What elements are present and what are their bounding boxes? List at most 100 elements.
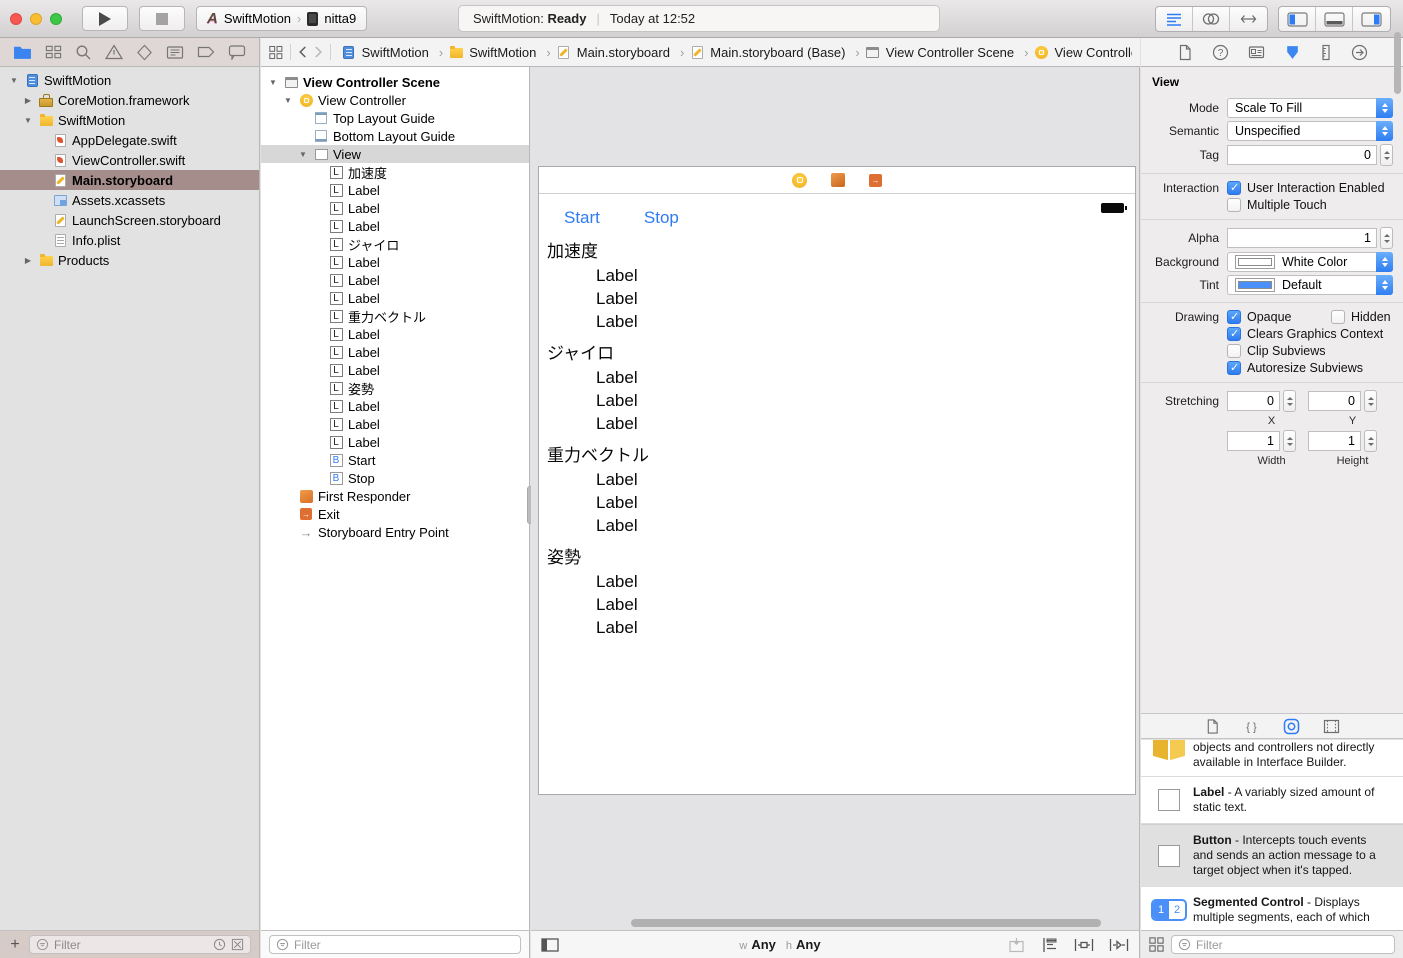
view-controller-view[interactable]: StartStop 加速度LabelLabelLabelジャイロLabelLab… — [539, 194, 1135, 794]
horizontal-scrollbar[interactable] — [631, 919, 1101, 927]
tint-color-well[interactable] — [1235, 278, 1275, 292]
outline-row[interactable]: Label — [261, 361, 529, 379]
library-item[interactable]: objects and controllers not directly ava… — [1141, 740, 1403, 777]
breadcrumb-item[interactable]: Main.storyboard (Base) › — [689, 44, 862, 60]
connections-inspector-icon[interactable] — [1351, 44, 1368, 61]
resolve-layout-issues-icon[interactable] — [1109, 937, 1129, 953]
outline-row[interactable]: Label — [261, 253, 529, 271]
library-scrollbar[interactable] — [1394, 32, 1401, 94]
canvas-label[interactable]: Label — [539, 264, 1135, 287]
pin-constraints-icon[interactable] — [1074, 937, 1094, 953]
tag-stepper[interactable] — [1380, 144, 1393, 166]
outline-row[interactable]: Stop — [261, 469, 529, 487]
version-editor-button[interactable] — [1230, 7, 1267, 31]
canvas-label[interactable]: Label — [539, 491, 1135, 514]
disclosure-triangle[interactable]: ▶ — [22, 96, 34, 105]
attributes-inspector-icon[interactable] — [1284, 44, 1301, 61]
disclosure-triangle[interactable]: ▼ — [282, 96, 294, 105]
library-filter-field[interactable]: Filter — [1171, 935, 1395, 954]
object-library-icon[interactable] — [1283, 718, 1300, 735]
canvas-label[interactable]: Label — [539, 468, 1135, 491]
toggle-utilities-button[interactable] — [1353, 7, 1390, 31]
file-template-library-icon[interactable] — [1205, 718, 1220, 735]
stretching-x-stepper[interactable] — [1283, 390, 1296, 412]
disclosure-triangle[interactable]: ▼ — [297, 150, 309, 159]
align-icon[interactable] — [1041, 937, 1059, 953]
view-controller-icon[interactable] — [792, 173, 807, 188]
outline-row[interactable]: Bottom Layout Guide — [261, 127, 529, 145]
multiple-touch-checkbox[interactable] — [1227, 198, 1241, 212]
first-responder-icon[interactable] — [831, 173, 845, 187]
file-row[interactable]: ▶ CoreMotion.framework — [0, 90, 259, 110]
stretching-height-field[interactable]: 1 — [1308, 431, 1361, 451]
stop-button[interactable] — [139, 6, 185, 31]
library-item[interactable]: Button - Intercepts touch events and sen… — [1141, 824, 1403, 887]
canvas-label[interactable]: Label — [539, 310, 1135, 333]
file-row[interactable]: ▼ SwiftMotion — [0, 70, 259, 90]
stretching-x-field[interactable]: 0 — [1227, 391, 1280, 411]
canvas-label[interactable]: Label — [539, 412, 1135, 435]
test-navigator-icon[interactable] — [136, 44, 153, 61]
breadcrumb-item[interactable]: SwiftMotion › — [341, 44, 447, 60]
stretching-y-field[interactable]: 0 — [1308, 391, 1361, 411]
breadcrumb-item[interactable]: View Controller › — [1034, 44, 1132, 60]
debug-navigator-icon[interactable] — [166, 45, 184, 60]
scm-status-icon[interactable] — [231, 938, 244, 951]
file-row[interactable]: Assets.xcassets — [0, 190, 259, 210]
background-color-well[interactable] — [1235, 255, 1275, 269]
mode-popup[interactable]: Scale To Fill — [1227, 98, 1393, 118]
canvas-label[interactable]: Label — [539, 570, 1135, 593]
stretching-width-stepper[interactable] — [1283, 430, 1296, 452]
canvas-label[interactable]: Label — [539, 287, 1135, 310]
outline-row[interactable]: Label — [261, 217, 529, 235]
forward-button-icon[interactable] — [314, 45, 323, 59]
outline-row[interactable]: Exit — [261, 505, 529, 523]
opaque-checkbox[interactable] — [1227, 310, 1241, 324]
zoom-button[interactable] — [50, 13, 62, 25]
canvas-label[interactable]: 姿勢 — [539, 545, 1135, 570]
outline-row[interactable]: ▼ View Controller Scene — [261, 73, 529, 91]
outline-row[interactable]: Storyboard Entry Point — [261, 523, 529, 541]
stretching-y-stepper[interactable] — [1364, 390, 1377, 412]
breadcrumb-item[interactable]: SwiftMotion › — [448, 44, 554, 60]
identity-inspector-icon[interactable] — [1248, 44, 1265, 60]
outline-row[interactable]: ジャイロ — [261, 235, 529, 253]
breakpoint-navigator-icon[interactable] — [197, 45, 215, 59]
outline-row[interactable]: Label — [261, 289, 529, 307]
hidden-checkbox[interactable] — [1331, 310, 1345, 324]
tint-popup[interactable]: Default — [1227, 275, 1393, 295]
symbol-navigator-icon[interactable] — [45, 44, 62, 60]
outline-row[interactable]: Label — [261, 199, 529, 217]
report-navigator-icon[interactable] — [228, 44, 246, 60]
canvas-label[interactable]: ジャイロ — [539, 341, 1135, 366]
outline-row[interactable]: 重力ベクトル — [261, 307, 529, 325]
outline-row[interactable]: ▼ View — [261, 145, 529, 163]
disclosure-triangle[interactable]: ▼ — [267, 78, 279, 87]
file-row[interactable]: ▼ SwiftMotion — [0, 110, 259, 130]
library-grid-toggle-icon[interactable] — [1149, 937, 1164, 952]
add-button[interactable]: + — [8, 936, 22, 954]
outline-row[interactable]: Label — [261, 433, 529, 451]
clears-graphics-context-checkbox[interactable] — [1227, 327, 1241, 341]
outline-row[interactable]: First Responder — [261, 487, 529, 505]
canvas-label[interactable]: Label — [539, 616, 1135, 639]
canvas-label[interactable]: Label — [539, 593, 1135, 616]
canvas-label[interactable]: 重力ベクトル — [539, 443, 1135, 468]
file-row[interactable]: Main.storyboard — [0, 170, 259, 190]
library-item[interactable]: Label - A variably sized amount of stati… — [1141, 777, 1403, 824]
disclosure-triangle[interactable]: ▼ — [22, 116, 34, 125]
canvas-button[interactable]: Stop — [644, 208, 679, 228]
stretching-height-stepper[interactable] — [1364, 430, 1377, 452]
outline-row[interactable]: 加速度 — [261, 163, 529, 181]
alpha-field[interactable]: 1 — [1227, 228, 1377, 248]
breadcrumb-item[interactable]: Main.storyboard › — [556, 44, 688, 60]
close-button[interactable] — [10, 13, 22, 25]
file-row[interactable]: Info.plist — [0, 230, 259, 250]
toggle-debug-area-button[interactable] — [1316, 7, 1353, 31]
alpha-stepper[interactable] — [1380, 227, 1393, 249]
issue-navigator-icon[interactable] — [105, 44, 123, 60]
outline-row[interactable]: Label — [261, 415, 529, 433]
size-class-control[interactable]: w Any h Any — [739, 937, 826, 952]
outline-row[interactable]: 姿勢 — [261, 379, 529, 397]
minimize-button[interactable] — [30, 13, 42, 25]
